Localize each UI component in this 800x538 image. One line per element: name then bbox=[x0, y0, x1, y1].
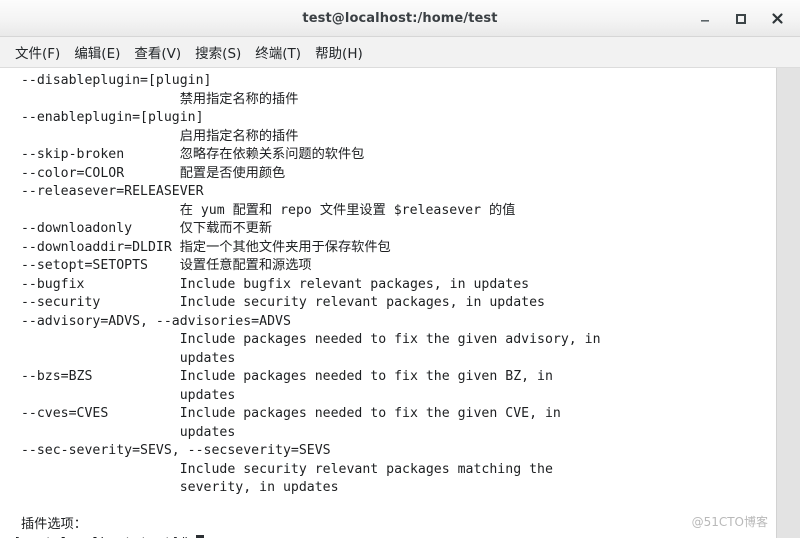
terminal-line: severity, in updates bbox=[13, 480, 339, 495]
terminal-line: --downloadonly 仅下载而不更新 bbox=[13, 221, 273, 236]
minimize-button[interactable] bbox=[696, 10, 714, 28]
terminal-line: --releasever=RELEASEVER bbox=[13, 184, 204, 199]
menu-item-file[interactable]: 文件(F) bbox=[8, 39, 67, 65]
terminal-line: --bugfix Include bugfix relevant package… bbox=[13, 276, 530, 292]
terminal-line: Include security relevant packages match… bbox=[13, 461, 553, 477]
terminal-area: --disableplugin=[plugin] 禁用指定名称的插件 --ena… bbox=[0, 68, 800, 538]
menu-bar: 文件(F) 编辑(E) 查看(V) 搜索(S) 终端(T) 帮助(H) bbox=[0, 37, 800, 68]
terminal-line: --sec-severity=SEVS, --secseverity=SEVS bbox=[13, 443, 331, 458]
menu-item-search[interactable]: 搜索(S) bbox=[188, 39, 248, 65]
close-icon bbox=[771, 12, 784, 25]
terminal-output[interactable]: --disableplugin=[plugin] 禁用指定名称的插件 --ena… bbox=[0, 68, 776, 538]
maximize-icon bbox=[735, 13, 747, 25]
window-controls bbox=[696, 0, 794, 37]
terminal-line: --cves=CVES Include packages needed to f… bbox=[13, 406, 561, 421]
terminal-line: --skip-broken 忽略存在依赖关系问题的软件包 bbox=[13, 147, 365, 162]
maximize-button[interactable] bbox=[732, 10, 750, 28]
terminal-line: --security Include security relevant pac… bbox=[13, 295, 545, 310]
menu-item-edit[interactable]: 编辑(E) bbox=[67, 39, 127, 65]
menu-item-terminal[interactable]: 终端(T) bbox=[248, 39, 308, 65]
watermark: @51CTO博客 bbox=[691, 515, 768, 529]
terminal-window: test@localhost:/home/test 文件(F) 编辑(E) 查看… bbox=[0, 0, 800, 538]
terminal-line: --disableplugin=[plugin] bbox=[13, 73, 212, 88]
terminal-line: 插件选项： bbox=[13, 517, 87, 532]
terminal-line: --color=COLOR 配置是否使用颜色 bbox=[13, 165, 286, 181]
terminal-line: --enableplugin=[plugin] bbox=[13, 110, 204, 125]
terminal-line: 在 yum 配置和 repo 文件里设置 $releasever 的值 bbox=[13, 202, 516, 218]
window-title: test@localhost:/home/test bbox=[302, 10, 498, 26]
text-cursor bbox=[195, 534, 204, 538]
terminal-scrollbar[interactable] bbox=[776, 68, 800, 538]
terminal-line: --setopt=SETOPTS 设置任意配置和源选项 bbox=[13, 258, 312, 273]
menu-item-view[interactable]: 查看(V) bbox=[127, 39, 188, 65]
terminal-line: 禁用指定名称的插件 bbox=[13, 91, 299, 107]
terminal-line: --bzs=BZS Include packages needed to fix… bbox=[13, 369, 553, 384]
title-bar: test@localhost:/home/test bbox=[0, 0, 800, 37]
terminal-line: updates bbox=[13, 424, 236, 440]
terminal-line: --downloaddir=DLDIR 指定一个其他文件夹用于保存软件包 bbox=[13, 239, 391, 255]
terminal-line: --advisory=ADVS, --advisories=ADVS bbox=[13, 313, 291, 329]
terminal-line: updates bbox=[13, 350, 236, 366]
menu-item-help[interactable]: 帮助(H) bbox=[308, 39, 370, 65]
minimize-icon bbox=[699, 13, 711, 25]
terminal-line: Include packages needed to fix the given… bbox=[13, 332, 601, 347]
terminal-line: updates bbox=[13, 387, 236, 403]
terminal-line: 启用指定名称的插件 bbox=[13, 128, 299, 144]
close-button[interactable] bbox=[768, 10, 786, 28]
shell-prompt-line[interactable]: [root@localhost test]# bbox=[13, 534, 776, 538]
